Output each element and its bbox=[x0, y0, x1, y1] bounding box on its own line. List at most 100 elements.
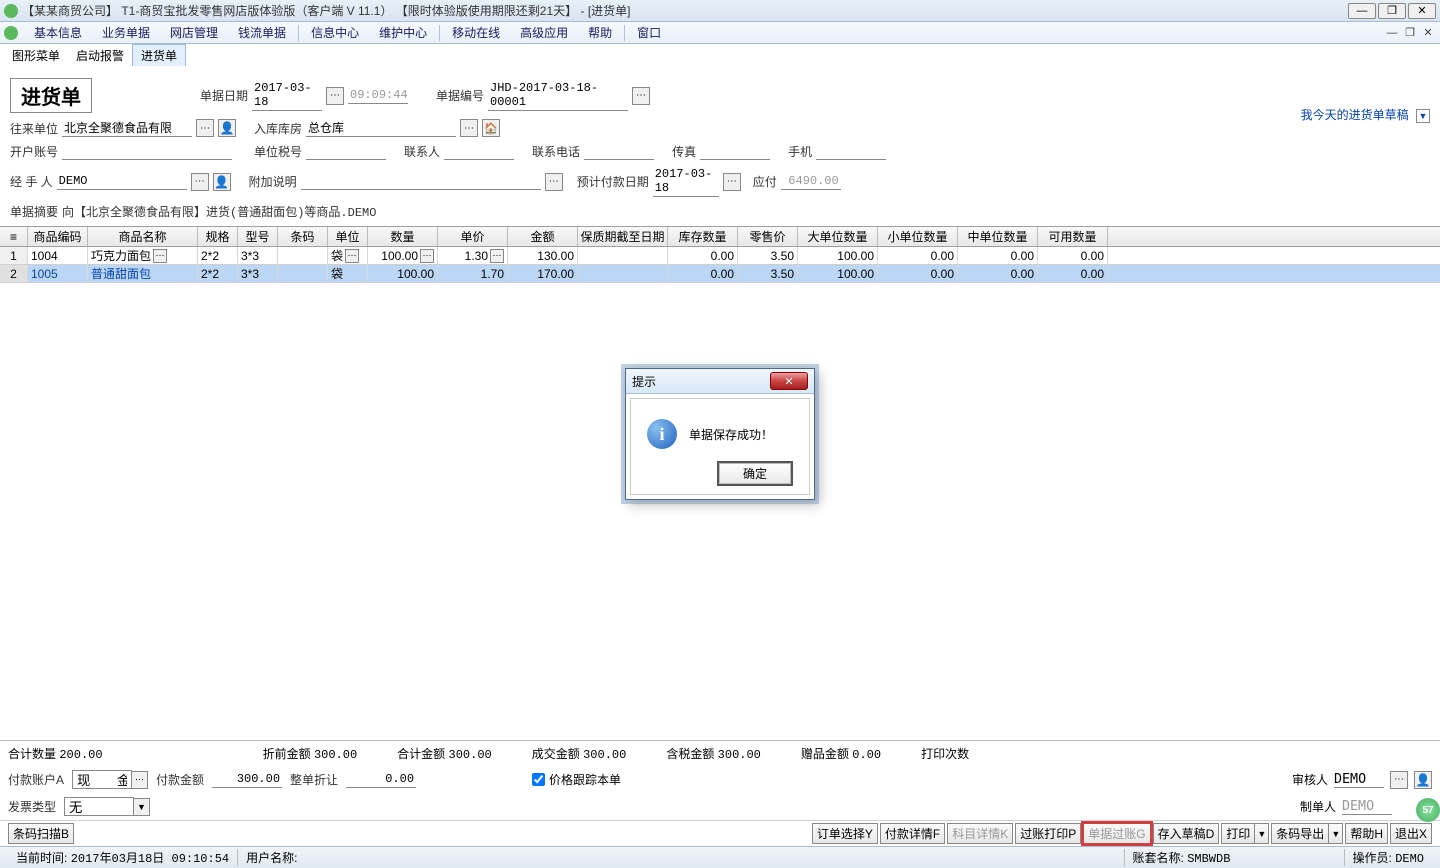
auditor-picker-button[interactable]: ⋯ bbox=[1390, 771, 1408, 789]
cell-expiry[interactable] bbox=[578, 265, 668, 282]
gh-avail[interactable]: 可用数量 bbox=[1038, 227, 1108, 246]
barcode-export-button[interactable]: 条码导出 bbox=[1271, 823, 1329, 844]
cell-bigunit[interactable]: 100.00 bbox=[798, 247, 878, 264]
cell-smallunit[interactable]: 0.00 bbox=[878, 265, 958, 282]
child-minimize-button[interactable]: — bbox=[1384, 26, 1400, 40]
menu-info-center[interactable]: 信息中心 bbox=[301, 22, 369, 43]
cell-smallunit[interactable]: 0.00 bbox=[878, 247, 958, 264]
qty-picker-icon[interactable]: ⋯ bbox=[420, 249, 434, 263]
payaccount-picker-button[interactable]: ⋯ bbox=[132, 771, 148, 789]
cell-code[interactable]: 1004 bbox=[28, 247, 88, 264]
gh-barcode[interactable]: 条码 bbox=[278, 227, 328, 246]
cell-qty[interactable]: 100.00⋯ bbox=[368, 247, 438, 264]
cell-stock[interactable]: 0.00 bbox=[668, 247, 738, 264]
cell-barcode[interactable] bbox=[278, 247, 328, 264]
cell-midunit[interactable]: 0.00 bbox=[958, 265, 1038, 282]
menu-mobile[interactable]: 移动在线 bbox=[442, 22, 510, 43]
exit-button[interactable]: 退出X bbox=[1390, 823, 1432, 844]
menu-shop-manage[interactable]: 网店管理 bbox=[160, 22, 228, 43]
cell-barcode[interactable] bbox=[278, 265, 328, 282]
cell-model[interactable]: 3*3 bbox=[238, 265, 278, 282]
cell-price[interactable]: 1.30⋯ bbox=[438, 247, 508, 264]
payaccount-input[interactable] bbox=[72, 770, 132, 789]
cell-name[interactable]: 巧克力面包⋯ bbox=[88, 247, 198, 264]
subject-detail-button[interactable]: 科目详情K bbox=[947, 823, 1013, 844]
gh-stock[interactable]: 库存数量 bbox=[668, 227, 738, 246]
warehouse-input[interactable] bbox=[306, 120, 456, 137]
barcode-scan-button[interactable]: 条码扫描B bbox=[8, 823, 74, 844]
cell-spec[interactable]: 2*2 bbox=[198, 247, 238, 264]
cell-expiry[interactable] bbox=[578, 247, 668, 264]
note-picker-button[interactable]: ⋯ bbox=[545, 173, 563, 191]
print-dropdown-button[interactable]: ▼ bbox=[1255, 823, 1269, 844]
cell-spec[interactable]: 2*2 bbox=[198, 265, 238, 282]
pay-detail-button[interactable]: 付款详情F bbox=[880, 823, 945, 844]
cell-midunit[interactable]: 0.00 bbox=[958, 247, 1038, 264]
name-picker-icon[interactable]: ⋯ bbox=[153, 249, 167, 263]
close-button[interactable]: ✕ bbox=[1408, 3, 1436, 19]
post-print-button[interactable]: 过账打印P bbox=[1015, 823, 1081, 844]
bankacct-input[interactable] bbox=[62, 143, 232, 160]
date-picker-button[interactable]: ⋯ bbox=[326, 87, 344, 105]
vendor-picker-button[interactable]: ⋯ bbox=[196, 119, 214, 137]
gh-amount[interactable]: 金额 bbox=[508, 227, 578, 246]
payable-input[interactable] bbox=[781, 173, 841, 190]
maximize-button[interactable]: ❐ bbox=[1378, 3, 1406, 19]
cell-unit[interactable]: 袋 bbox=[328, 265, 368, 282]
cell-price[interactable]: 1.70 bbox=[438, 265, 508, 282]
draft-dropdown-icon[interactable]: ▼ bbox=[1416, 109, 1430, 123]
invoice-input[interactable] bbox=[64, 797, 134, 816]
warehouse-picker-button[interactable]: ⋯ bbox=[460, 119, 478, 137]
note-input[interactable] bbox=[301, 173, 541, 190]
cell-avail[interactable]: 0.00 bbox=[1038, 265, 1108, 282]
tab-graphic-menu[interactable]: 图形菜单 bbox=[4, 45, 68, 66]
tab-purchase[interactable]: 进货单 bbox=[132, 44, 186, 66]
vendor-detail-icon[interactable]: 👤 bbox=[218, 119, 236, 137]
cell-retail[interactable]: 3.50 bbox=[738, 265, 798, 282]
mobile-input[interactable] bbox=[816, 143, 886, 160]
cell-amount[interactable]: 130.00 bbox=[508, 247, 578, 264]
menu-help[interactable]: 帮助 bbox=[578, 22, 622, 43]
handler-input[interactable] bbox=[57, 173, 187, 190]
gh-price[interactable]: 单价 bbox=[438, 227, 508, 246]
child-restore-button[interactable]: ❐ bbox=[1402, 26, 1418, 40]
docno-picker-button[interactable]: ⋯ bbox=[632, 87, 650, 105]
order-select-button[interactable]: 订单选择Y bbox=[812, 823, 878, 844]
cell-retail[interactable]: 3.50 bbox=[738, 247, 798, 264]
price-track-checkbox[interactable] bbox=[532, 773, 545, 786]
gh-spec[interactable]: 规格 bbox=[198, 227, 238, 246]
taxno-input[interactable] bbox=[306, 143, 386, 160]
dialog-close-button[interactable]: ✕ bbox=[770, 372, 808, 390]
menu-business-doc[interactable]: 业务单据 bbox=[92, 22, 160, 43]
payamt-input[interactable] bbox=[212, 771, 282, 788]
cell-bigunit[interactable]: 100.00 bbox=[798, 265, 878, 282]
menu-maint-center[interactable]: 维护中心 bbox=[369, 22, 437, 43]
menu-advanced[interactable]: 高级应用 bbox=[510, 22, 578, 43]
cell-stock[interactable]: 0.00 bbox=[668, 265, 738, 282]
gh-smallunit[interactable]: 小单位数量 bbox=[878, 227, 958, 246]
auditor-detail-icon[interactable]: 👤 bbox=[1414, 771, 1432, 789]
invoice-dropdown-button[interactable]: ▼ bbox=[134, 798, 150, 816]
gh-code[interactable]: 商品编码 bbox=[28, 227, 88, 246]
gh-retail[interactable]: 零售价 bbox=[738, 227, 798, 246]
wholedisc-input[interactable] bbox=[346, 771, 416, 788]
child-close-button[interactable]: ✕ bbox=[1420, 26, 1436, 40]
vendor-input[interactable] bbox=[62, 120, 192, 137]
minimize-button[interactable]: — bbox=[1348, 3, 1376, 19]
help-button[interactable]: 帮助H bbox=[1345, 823, 1388, 844]
gh-midunit[interactable]: 中单位数量 bbox=[958, 227, 1038, 246]
tab-alarm[interactable]: 启动报警 bbox=[68, 45, 132, 66]
unit-picker-icon[interactable]: ⋯ bbox=[345, 249, 359, 263]
menu-window[interactable]: 窗口 bbox=[627, 22, 671, 43]
gh-model[interactable]: 型号 bbox=[238, 227, 278, 246]
menu-basic-info[interactable]: 基本信息 bbox=[24, 22, 92, 43]
phone-input[interactable] bbox=[584, 143, 654, 160]
dialog-ok-button[interactable]: 确定 bbox=[717, 461, 793, 486]
table-row[interactable]: 2 1005 普通甜面包 2*2 3*3 袋 100.00 1.70 170.0… bbox=[0, 265, 1440, 283]
paydate-picker-button[interactable]: ⋯ bbox=[723, 173, 741, 191]
save-draft-button[interactable]: 存入草稿D bbox=[1153, 823, 1220, 844]
cell-avail[interactable]: 0.00 bbox=[1038, 247, 1108, 264]
print-button[interactable]: 打印 bbox=[1221, 823, 1255, 844]
cell-qty[interactable]: 100.00 bbox=[368, 265, 438, 282]
barcode-export-dropdown-button[interactable]: ▼ bbox=[1329, 823, 1343, 844]
